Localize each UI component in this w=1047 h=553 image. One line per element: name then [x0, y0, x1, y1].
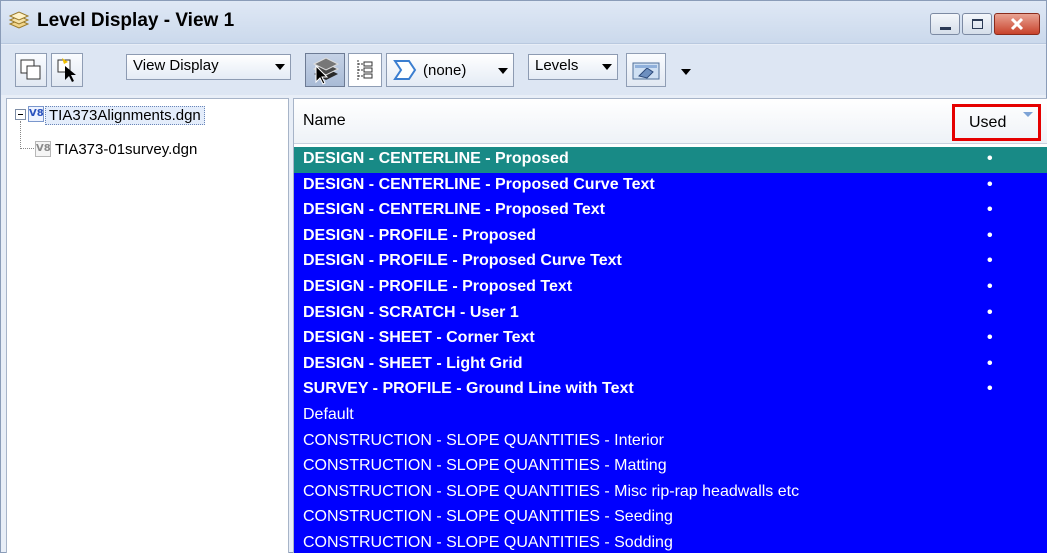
tree-connector [20, 148, 34, 149]
maximize-button[interactable] [962, 13, 992, 35]
used-indicator: • [987, 201, 993, 219]
copy-view-icon [20, 59, 41, 80]
sort-descending-icon [1023, 112, 1033, 117]
tree-view-icon [357, 60, 373, 80]
level-name: SURVEY - PROFILE - Ground Line with Text [303, 380, 634, 398]
table-row[interactable]: SURVEY - PROFILE - Ground Line with Text… [294, 377, 1047, 403]
level-name: DESIGN - PROFILE - Proposed Text [303, 277, 573, 295]
column-header-used-label: Used [969, 114, 1007, 131]
table-row[interactable]: DESIGN - PROFILE - Proposed Text • [294, 274, 1047, 301]
table-row[interactable]: DESIGN - CENTERLINE - Proposed • [294, 147, 1047, 173]
level-name: DESIGN - SHEET - Light Grid [303, 354, 523, 372]
table-row[interactable]: CONSTRUCTION - SLOPE QUANTITIES - Misc r… [294, 479, 1047, 506]
title-bar[interactable]: Level Display - View 1 [1, 1, 1046, 44]
level-name: DESIGN - CENTERLINE - Proposed Curve Tex… [303, 175, 655, 193]
used-indicator: • [987, 354, 993, 372]
tree-item-reference[interactable]: TIA373-01survey.dgn [52, 141, 200, 161]
used-indicator: • [987, 226, 993, 244]
level-manager-icon [632, 62, 660, 80]
tree-connector [20, 121, 21, 149]
filter-label: (none) [423, 62, 467, 79]
level-name: CONSTRUCTION - SLOPE QUANTITIES - Seedin… [303, 508, 673, 526]
table-row[interactable]: DESIGN - SCRATCH - User 1 • [294, 300, 1047, 327]
column-header-name[interactable]: Name [303, 112, 346, 130]
minimize-icon [940, 27, 951, 30]
view-display-label: View Display [133, 57, 219, 74]
dgn-file-icon: V8 [28, 106, 44, 122]
table-row[interactable]: DESIGN - PROFILE - Proposed • [294, 223, 1047, 250]
used-indicator: • [987, 150, 993, 167]
table-row[interactable]: DESIGN - SHEET - Light Grid • [294, 351, 1047, 378]
used-indicator: • [987, 277, 993, 295]
copy-view-button[interactable] [15, 53, 47, 87]
levels-list: DESIGN - CENTERLINE - Proposed • DESIGN - … [294, 147, 1047, 553]
level-name: CONSTRUCTION - SLOPE QUANTITIES - Soddin… [303, 533, 673, 551]
tree-view-button[interactable] [348, 53, 382, 87]
table-row[interactable]: CONSTRUCTION - SLOPE QUANTITIES - Seedin… [294, 505, 1047, 531]
table-row[interactable]: DESIGN - SHEET - Corner Text • [294, 326, 1047, 352]
level-name: Default [303, 405, 354, 423]
levels-stack-icon [312, 57, 340, 85]
tree-item-label: TIA373Alignments.dgn [45, 106, 205, 125]
table-row[interactable]: CONSTRUCTION - SLOPE QUANTITIES - Mattin… [294, 454, 1047, 480]
used-indicator: • [987, 252, 993, 270]
collapse-toggle[interactable] [15, 109, 26, 120]
level-display-window: Level Display - View 1 View Display (non… [0, 0, 1047, 553]
level-name: DESIGN - SHEET - Corner Text [303, 329, 535, 347]
table-row[interactable]: Default [294, 402, 1047, 429]
filter-dropdown[interactable]: (none) [386, 53, 514, 87]
chevron-down-icon [602, 64, 612, 70]
column-header: Name Used [294, 99, 1047, 144]
close-button[interactable] [994, 13, 1040, 35]
toolbar: View Display (none) Levels [1, 45, 1046, 95]
column-header-used[interactable]: Used [952, 104, 1041, 141]
level-name: DESIGN - PROFILE - Proposed Curve Text [303, 252, 622, 270]
chevron-down-icon [275, 64, 285, 70]
level-name: CONSTRUCTION - SLOPE QUANTITIES - Interi… [303, 431, 664, 449]
level-display-icon [8, 11, 30, 29]
view-display-dropdown[interactable]: View Display [126, 54, 291, 80]
tree-item-root[interactable]: TIA373Alignments.dgn [45, 106, 205, 126]
table-row[interactable]: DESIGN - PROFILE - Proposed Curve Text • [294, 249, 1047, 275]
levels-dropdown[interactable]: Levels [528, 54, 618, 80]
levels-display-toggle[interactable] [305, 53, 345, 87]
level-manager-button[interactable] [626, 53, 666, 87]
level-manager-dropdown-icon[interactable] [681, 69, 691, 75]
table-row[interactable]: DESIGN - CENTERLINE - Proposed Text • [294, 198, 1047, 224]
level-name: DESIGN - SCRATCH - User 1 [303, 303, 519, 321]
used-indicator: • [987, 329, 993, 347]
close-icon [1010, 17, 1024, 31]
used-indicator: • [987, 380, 993, 398]
maximize-icon [972, 19, 983, 29]
select-view-button[interactable] [51, 53, 83, 87]
table-row[interactable]: CONSTRUCTION - SLOPE QUANTITIES - Interi… [294, 428, 1047, 455]
tree-item-label: TIA373-01survey.dgn [55, 141, 198, 158]
file-tree-pane: V8 TIA373Alignments.dgn V8 TIA373-01surv… [6, 98, 289, 553]
used-indicator: • [987, 175, 993, 193]
level-name: DESIGN - CENTERLINE - Proposed [303, 150, 569, 167]
filter-icon [393, 60, 417, 80]
select-view-icon [57, 58, 76, 82]
level-name: CONSTRUCTION - SLOPE QUANTITIES - Misc r… [303, 482, 800, 500]
level-name: DESIGN - CENTERLINE - Proposed Text [303, 201, 605, 219]
levels-list-pane: Name Used DESIGN - CENTERLINE - Proposed… [293, 98, 1047, 553]
level-name: CONSTRUCTION - SLOPE QUANTITIES - Mattin… [303, 457, 667, 475]
window-title: Level Display - View 1 [37, 10, 235, 31]
table-row[interactable]: CONSTRUCTION - SLOPE QUANTITIES - Soddin… [294, 530, 1047, 553]
used-indicator: • [987, 303, 993, 321]
minimize-button[interactable] [930, 13, 960, 35]
chevron-down-icon [498, 68, 508, 74]
level-name: DESIGN - PROFILE - Proposed [303, 226, 536, 244]
dgn-reference-icon: V8 [35, 141, 51, 157]
levels-label: Levels [535, 57, 579, 74]
table-row[interactable]: DESIGN - CENTERLINE - Proposed Curve Tex… [294, 172, 1047, 199]
